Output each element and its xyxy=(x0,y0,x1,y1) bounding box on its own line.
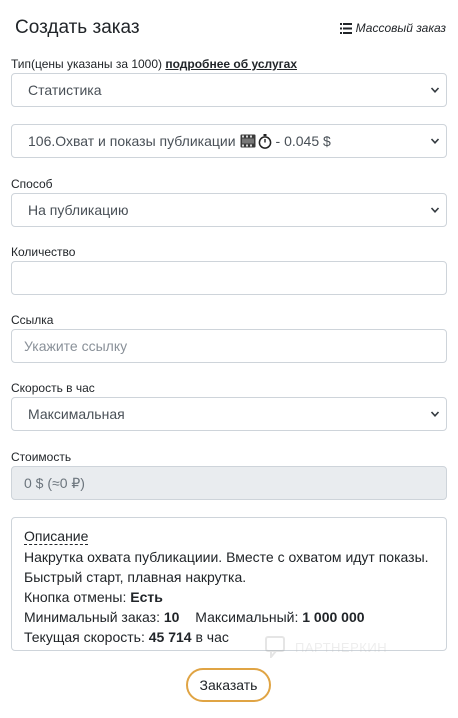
service-select-price: - 0.045 $ xyxy=(275,133,331,149)
cost-field: 0 $ (≈0 ₽) xyxy=(11,466,447,500)
current-speed-label: Текущая скорость: xyxy=(24,629,145,645)
watermark-text: ПАРТНЕРКИН xyxy=(295,639,388,655)
type-label: Тип(цены указаны за 1000) подробнее об у… xyxy=(11,57,297,71)
cancel-label: Кнопка отмены: xyxy=(24,589,127,605)
method-select-value: На публикацию xyxy=(28,202,129,218)
film-icon xyxy=(240,134,256,147)
type-label-text: Тип(цены указаны за 1000) xyxy=(11,57,163,71)
description-cancel: Кнопка отмены: Есть xyxy=(24,587,434,607)
list-icon xyxy=(339,22,352,34)
mass-order-link[interactable]: Массовый заказ xyxy=(339,21,446,35)
min-order-value: 10 xyxy=(163,609,180,625)
quantity-input[interactable] xyxy=(11,261,447,295)
chevron-down-icon xyxy=(430,411,440,417)
chevron-down-icon xyxy=(430,207,440,213)
page-title: Создать заказ xyxy=(15,17,140,38)
speed-select-value: Максимальная xyxy=(28,406,125,422)
chevron-down-icon xyxy=(430,138,440,144)
max-order-label: Максимальный: xyxy=(195,609,299,625)
link-input-placeholder: Укажите ссылку xyxy=(24,338,128,354)
type-select[interactable]: Статистика xyxy=(11,73,447,107)
method-select[interactable]: На публикацию xyxy=(11,193,447,227)
speed-label: Скорость в час xyxy=(11,381,95,395)
current-speed-value: 45 714 xyxy=(148,629,192,645)
min-order-label: Минимальный заказ: xyxy=(24,609,160,625)
cancel-value: Есть xyxy=(130,589,163,605)
services-details-link[interactable]: подробнее об услугах xyxy=(165,57,297,71)
description-limits: Минимальный заказ: 10 Максимальный: 1 00… xyxy=(24,607,434,627)
quantity-label: Количество xyxy=(11,245,76,259)
service-select-prefix: 106.Охват и показы публикации xyxy=(28,133,236,149)
order-button[interactable]: Заказать xyxy=(186,668,271,702)
link-input[interactable]: Укажите ссылку xyxy=(11,329,447,363)
mass-order-label: Массовый заказ xyxy=(355,21,446,35)
type-select-value: Статистика xyxy=(28,82,102,98)
watermark-logo-icon xyxy=(265,636,285,658)
cost-label: Стоимость xyxy=(11,450,72,464)
header: Создать заказ Массовый заказ xyxy=(0,0,458,58)
stopwatch-icon xyxy=(258,133,271,149)
speed-select[interactable]: Максимальная xyxy=(11,397,447,431)
current-speed-unit: в час xyxy=(195,629,229,645)
watermark: ПАРТНЕРКИН xyxy=(265,636,387,658)
description-line-1: Накрутка охвата публикациии. Вместе с ох… xyxy=(24,549,429,565)
description-box: Описание Накрутка охвата публикациии. Вм… xyxy=(11,517,447,651)
max-order-value: 1 000 000 xyxy=(302,609,365,625)
description-line-2: Быстрый старт, плавная накрутка. xyxy=(24,569,247,585)
description-title: Описание xyxy=(24,528,89,545)
method-label: Способ xyxy=(11,177,53,191)
link-label: Ссылка xyxy=(11,313,54,327)
service-select[interactable]: 106.Охват и показы публикации - 0.045 $ xyxy=(11,124,447,158)
chevron-down-icon xyxy=(430,87,440,93)
